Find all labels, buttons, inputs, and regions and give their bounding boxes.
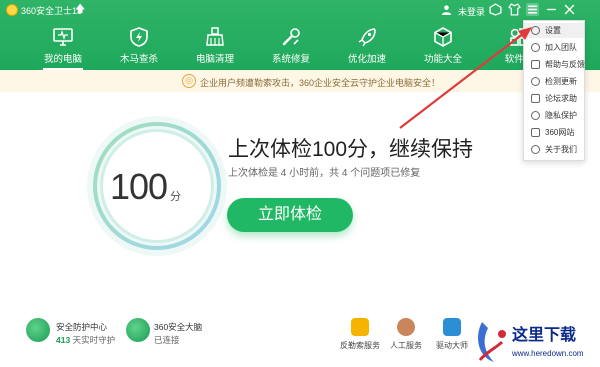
menu-item-help-feedback[interactable]: 帮助与反馈 [524,57,585,72]
driver-icon [443,318,461,336]
app-logo-icon [6,4,18,16]
menu-item-privacy[interactable]: 隐私保护 [524,108,584,123]
menu-item-forum-help[interactable]: 论坛求助 [524,91,584,106]
security-brain-status: 已连接 [154,335,180,345]
menu-item-label: 论坛求助 [545,94,577,103]
nav-item-trojan-scan[interactable]: 木马查杀 [104,22,174,70]
wrench-icon [282,28,300,46]
shirt-icon[interactable] [508,3,521,16]
watermark-title: 这里下载 [512,325,576,344]
nav-label: 电脑清理 [195,54,234,65]
agent-avatar-icon [397,318,415,336]
security-brain-title[interactable]: 360安全大脑 [154,321,202,333]
monitor-icon [53,28,73,46]
tool-label: 人工服务 [390,341,422,350]
cube-icon [434,27,452,47]
team-icon [531,43,540,52]
user-icon[interactable] [441,4,452,15]
watermark-url: www.heredown.com [511,349,584,358]
defense-center-icon[interactable] [26,318,50,342]
titlebar: 360安全卫士13 🡅 未登录 [0,0,600,20]
nav-label: 我的电脑 [43,54,82,65]
score-value: 100 [110,166,168,207]
info-icon [531,145,540,154]
defense-days-count: 413 [56,335,71,345]
menu-item-label: 检测更新 [545,77,577,86]
edit-icon [531,60,540,69]
nav-label: 木马查杀 [119,54,158,65]
globe-icon [531,128,540,137]
notice-text[interactable]: 企业用户频遭勒索攻击，360企业安全云守护企业电脑安全！ [200,76,440,89]
menu-item-label: 加入团队 [545,43,577,52]
score-subline: 上次体检是 4 小时前，共 4 个问题项已修复 [228,168,421,179]
chat-icon [531,94,540,103]
main-nav: 我的电脑 木马查杀 电脑清理 系统修复 优化加速 功能大全 软件管 [28,22,588,70]
refresh-icon [531,77,540,86]
nav-label: 系统修复 [271,54,310,65]
nav-item-all-features[interactable]: 功能大全 [408,22,478,70]
rocket-icon [358,28,376,47]
nav-item-system-repair[interactable]: 系统修复 [256,22,326,70]
menu-item-settings[interactable]: 设置 [524,23,584,38]
minimize-icon[interactable] [545,3,558,16]
score-headline: 上次体检100分，继续保持 [228,138,474,161]
folder-lock-icon [351,318,369,336]
settings-dropdown-menu: 设置 加入团队 帮助与反馈 检测更新 论坛求助 隐私保护 360网站 关于我们 [523,20,585,161]
defense-days: 413 天实时守护 [56,334,115,346]
scan-now-button[interactable]: 立即体检 [227,198,353,232]
gear-icon [531,26,540,35]
menu-item-website[interactable]: 360网站 [524,125,584,140]
menu-item-label: 关于我们 [545,145,577,154]
notice-icon: ◎ [182,74,196,88]
shield-bolt-icon [130,27,148,47]
menu-icon[interactable] [526,3,539,16]
security-brain-icon[interactable] [126,318,150,342]
menu-item-about[interactable]: 关于我们 [524,142,584,157]
menu-item-label: 隐私保护 [545,111,577,120]
tool-human-service[interactable]: 人工服务 [384,318,428,351]
nav-item-cleanup[interactable]: 电脑清理 [180,22,250,70]
menu-item-label: 设置 [545,26,561,35]
heredown-watermark: 这里下载 www.heredown.com [478,322,584,362]
close-icon[interactable] [563,3,576,16]
nav-item-optimize[interactable]: 优化加速 [332,22,402,70]
header: 360安全卫士13 🡅 未登录 我的电脑 木马查杀 电脑清理 系统修复 优化加速… [0,0,600,70]
nav-item-my-computer[interactable]: 我的电脑 [28,22,98,70]
defense-center-title[interactable]: 安全防护中心 [56,321,107,333]
broom-icon [206,27,224,46]
upgrade-arrow-icon[interactable]: 🡅 [75,2,85,19]
tool-label: 反勒索服务 [340,341,380,350]
nav-label: 功能大全 [423,54,462,65]
menu-item-label: 360网站 [545,128,575,137]
tool-anti-ransom[interactable]: 反勒索服务 [338,318,382,351]
tool-label: 驱动大师 [436,341,468,350]
defense-days-label: 天实时守护 [72,335,116,345]
menu-item-join-team[interactable]: 加入团队 [524,40,584,55]
login-link[interactable]: 未登录 [458,5,485,18]
menu-item-label: 帮助与反馈 [545,60,585,69]
menu-item-check-update[interactable]: 检测更新 [524,74,584,89]
skin-icon[interactable] [489,3,502,16]
app-title: 360安全卫士13 [21,6,83,16]
tool-driver-master[interactable]: 驱动大师 [430,318,474,351]
nav-label: 优化加速 [347,54,386,65]
shield-icon [531,111,540,120]
score-unit: 分 [170,191,181,203]
